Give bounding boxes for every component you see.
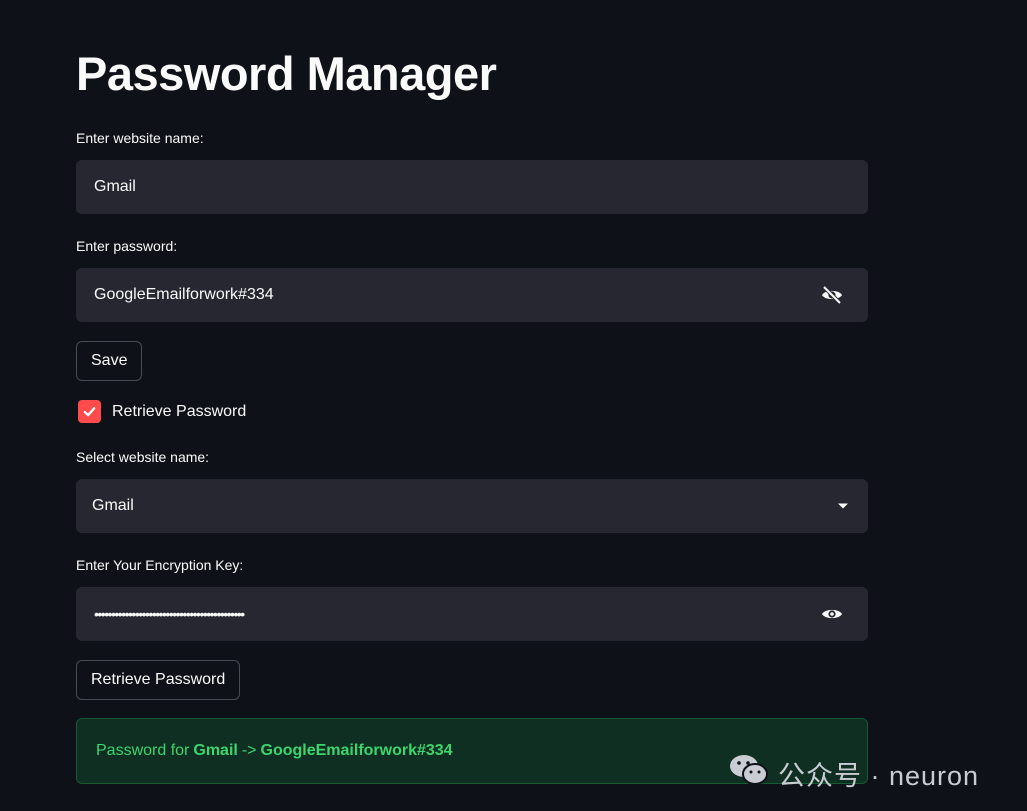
password-label: Enter password: [76, 238, 178, 254]
eye-icon[interactable] [820, 602, 844, 626]
page-title: Password Manager [76, 47, 497, 100]
encryption-key-masked-value[interactable]: ••••••••••••••••••••••••••••••••••••••••… [94, 606, 245, 622]
website-select-value: Gmail [92, 497, 134, 514]
watermark-text: 公众号 · neuron [778, 761, 980, 791]
result-password: GoogleEmailforwork#334 [260, 742, 453, 759]
select-website-label: Select website name: [76, 449, 210, 465]
website-name-input[interactable] [76, 160, 868, 214]
wechat-icon [728, 752, 770, 795]
website-name-text[interactable] [94, 178, 794, 196]
encryption-key-input[interactable]: ••••••••••••••••••••••••••••••••••••••••… [76, 587, 868, 641]
result-arrow: -> [241, 742, 257, 759]
password-input[interactable] [76, 268, 868, 322]
checkbox-checked-icon[interactable] [78, 400, 101, 423]
watermark: 公众号 · neuron [728, 752, 979, 795]
chevron-down-icon[interactable] [838, 503, 848, 509]
eye-off-icon[interactable] [820, 283, 844, 307]
retrieve-password-checkbox[interactable]: Retrieve Password [78, 400, 246, 423]
retrieve-password-button[interactable]: Retrieve Password [76, 660, 241, 700]
result-prefix: Password for [96, 742, 190, 759]
encryption-key-label: Enter Your Encryption Key: [76, 557, 244, 573]
website-select[interactable]: Gmail [76, 479, 868, 533]
website-name-label: Enter website name: [76, 130, 204, 146]
result-site: Gmail [193, 742, 238, 759]
save-button[interactable]: Save [76, 341, 143, 381]
retrieve-password-checkbox-label: Retrieve Password [112, 402, 247, 420]
password-text[interactable] [94, 286, 794, 304]
